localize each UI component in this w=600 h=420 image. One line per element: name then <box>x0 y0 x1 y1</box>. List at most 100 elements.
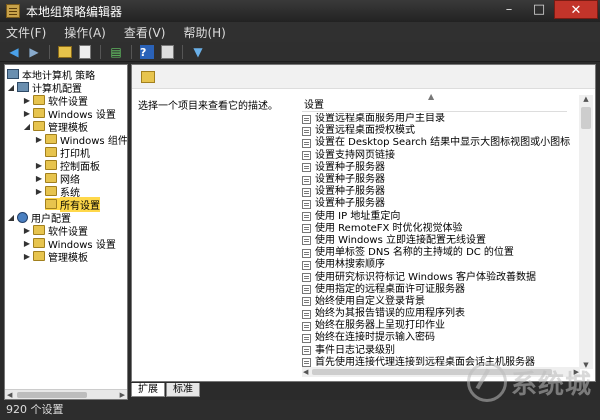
details-vertical-scrollbar[interactable]: ▲ ▼ <box>579 95 593 369</box>
folder-icon <box>45 173 57 183</box>
list-item[interactable]: 设置种子服务器 <box>302 174 570 186</box>
list-item[interactable]: 事件日志记录级别 <box>302 345 570 357</box>
setting-name: 设置种子服务器 <box>315 161 385 173</box>
setting-name: 使用 IP 地址重定向 <box>315 210 401 222</box>
scroll-right-icon[interactable]: ▶ <box>120 390 125 399</box>
setting-name: 事件日志记录级别 <box>315 344 395 356</box>
list-item[interactable]: 使用 RemoteFX 时优化视觉体验 <box>302 223 570 235</box>
folder-icon <box>33 225 45 235</box>
expand-arrow-icon[interactable]: ▶ <box>23 252 31 261</box>
folder-icon <box>141 71 155 83</box>
list-item[interactable]: 设置种子服务器 <box>302 162 570 174</box>
tree-item-admin-templates[interactable]: ◢ 管理模板 <box>23 120 88 134</box>
setting-name: 设置种子服务器 <box>315 174 385 186</box>
tree-item-root[interactable]: 本地计算机 策略 <box>7 68 95 82</box>
list-item[interactable]: 使用林搜索顺序 <box>302 259 570 271</box>
filter-icon[interactable]: ▼ <box>190 44 206 60</box>
scrollbar-thumb[interactable] <box>17 392 87 398</box>
up-folder-button[interactable] <box>57 44 73 60</box>
close-button[interactable]: ✕ <box>554 0 598 19</box>
watermark: 系统城 <box>466 362 592 402</box>
scroll-left-icon[interactable]: ◀ <box>7 390 12 399</box>
tree-item-user-windows-settings[interactable]: ▶ Windows 设置 <box>23 237 116 251</box>
tree-item-windows-components[interactable]: ▶ Windows 组件 <box>35 133 127 147</box>
list-item[interactable]: 设置支持网页链接 <box>302 150 570 162</box>
tab-standard[interactable]: 标准 <box>166 383 200 397</box>
tree-item-all-settings[interactable]: 所有设置 <box>45 196 100 212</box>
list-item[interactable]: 使用单标签 DNS 名称的主持域的 DC 的位置 <box>302 247 570 259</box>
list-item[interactable]: 使用指定的远程桌面许可证服务器 <box>302 284 570 296</box>
view-button[interactable] <box>159 44 175 60</box>
tree-item-user-software-settings[interactable]: ▶ 软件设置 <box>23 224 88 238</box>
sort-caret-icon: ▲ <box>428 92 435 101</box>
list-item[interactable]: 设置远程桌面授权模式 <box>302 125 570 137</box>
menu-file[interactable]: 文件(F) <box>6 24 46 41</box>
policy-setting-icon <box>302 126 311 136</box>
toolbar-divider <box>182 44 183 59</box>
list-item[interactable]: 使用 Windows 立即连接配置无线设置 <box>302 235 570 247</box>
expand-arrow-icon[interactable]: ▶ <box>35 187 43 196</box>
folder-icon <box>45 134 57 144</box>
menu-view[interactable]: 查看(V) <box>124 24 166 41</box>
expand-arrow-icon[interactable]: ▶ <box>23 239 31 248</box>
tree-item-printers[interactable]: 打印机 <box>45 146 90 160</box>
setting-name: 使用研究标识符标记 Windows 客户体验改善数据 <box>315 271 536 283</box>
folder-icon <box>33 95 45 105</box>
list-item[interactable]: 设置种子服务器 <box>302 198 570 210</box>
tree-item-user-config[interactable]: ◢ 用户配置 <box>7 211 71 225</box>
expand-arrow-icon[interactable]: ▶ <box>23 96 31 105</box>
minimize-button[interactable]: – <box>494 0 524 19</box>
tree-item-network[interactable]: ▶ 网络 <box>35 172 80 186</box>
list-item[interactable]: 始终在服务器上呈现打印作业 <box>302 320 570 332</box>
folder-icon <box>58 45 72 58</box>
collapse-arrow-icon[interactable]: ◢ <box>7 213 15 222</box>
folder-icon <box>45 186 57 196</box>
policy-setting-icon <box>302 163 311 173</box>
tree-horizontal-scrollbar[interactable]: ◀ ▶ <box>5 389 127 399</box>
export-list-icon[interactable]: ▤ <box>108 44 124 60</box>
expand-arrow-icon[interactable]: ▶ <box>23 109 31 118</box>
show-hide-tree-button[interactable] <box>77 44 93 60</box>
column-header-setting[interactable]: 设置 ▲ <box>302 92 567 112</box>
expand-arrow-icon[interactable]: ▶ <box>35 161 43 170</box>
policy-setting-icon <box>302 297 311 307</box>
forward-arrow-icon[interactable]: ▶ <box>26 44 42 60</box>
list-item[interactable]: 设置种子服务器 <box>302 186 570 198</box>
menu-help[interactable]: 帮助(H) <box>183 24 225 41</box>
scroll-up-icon[interactable]: ▲ <box>579 95 593 103</box>
window-title: 本地组策略编辑器 <box>26 4 123 19</box>
list-item[interactable]: 始终使用自定义登录背景 <box>302 296 570 308</box>
tree-item-user-admin-templates[interactable]: ▶ 管理模板 <box>23 250 88 264</box>
setting-name: 始终为其报告错误的应用程序列表 <box>315 308 465 320</box>
tree-item-control-panel[interactable]: ▶ 控制面板 <box>35 159 100 173</box>
maximize-button[interactable]: □ <box>524 0 554 19</box>
list-item[interactable]: 使用 IP 地址重定向 <box>302 211 570 223</box>
scrollbar-thumb[interactable] <box>581 107 591 129</box>
computer-icon <box>17 82 29 92</box>
scroll-left-icon[interactable]: ◀ <box>303 367 308 377</box>
list-item[interactable]: 设置在 Desktop Search 结果中显示大图标视图或小图标视图 <box>302 137 570 149</box>
tree-item-software-settings[interactable]: ▶ 软件设置 <box>23 94 88 108</box>
tree-item-system[interactable]: ▶ 系统 <box>35 185 80 199</box>
watermark-text: 系统城 <box>510 369 592 400</box>
back-arrow-icon[interactable]: ◀ <box>6 44 22 60</box>
tree-item-computer-config[interactable]: ◢ 计算机配置 <box>7 81 82 95</box>
policy-setting-icon <box>302 273 311 283</box>
list-item[interactable]: 始终在连接时提示输入密码 <box>302 332 570 344</box>
collapse-arrow-icon[interactable]: ◢ <box>23 122 31 131</box>
view-tabs: 扩展 标准 <box>131 383 201 397</box>
list-item[interactable]: 始终为其报告错误的应用程序列表 <box>302 308 570 320</box>
menu-action[interactable]: 操作(A) <box>64 24 106 41</box>
tab-extended[interactable]: 扩展 <box>131 383 165 397</box>
list-item[interactable]: 设置远程桌面服务用户主目录 <box>302 113 570 125</box>
policy-setting-icon <box>302 199 311 209</box>
tree-item-windows-settings[interactable]: ▶ Windows 设置 <box>23 107 116 121</box>
policy-setting-icon <box>302 236 311 246</box>
expand-arrow-icon[interactable]: ▶ <box>35 174 43 183</box>
list-item[interactable]: 使用研究标识符标记 Windows 客户体验改善数据 <box>302 271 570 283</box>
help-button[interactable]: ? <box>139 44 155 60</box>
expand-arrow-icon[interactable]: ▶ <box>23 226 31 235</box>
expand-arrow-icon[interactable]: ▶ <box>35 135 43 144</box>
collapse-arrow-icon[interactable]: ◢ <box>7 83 15 92</box>
policy-root-icon <box>7 69 19 79</box>
